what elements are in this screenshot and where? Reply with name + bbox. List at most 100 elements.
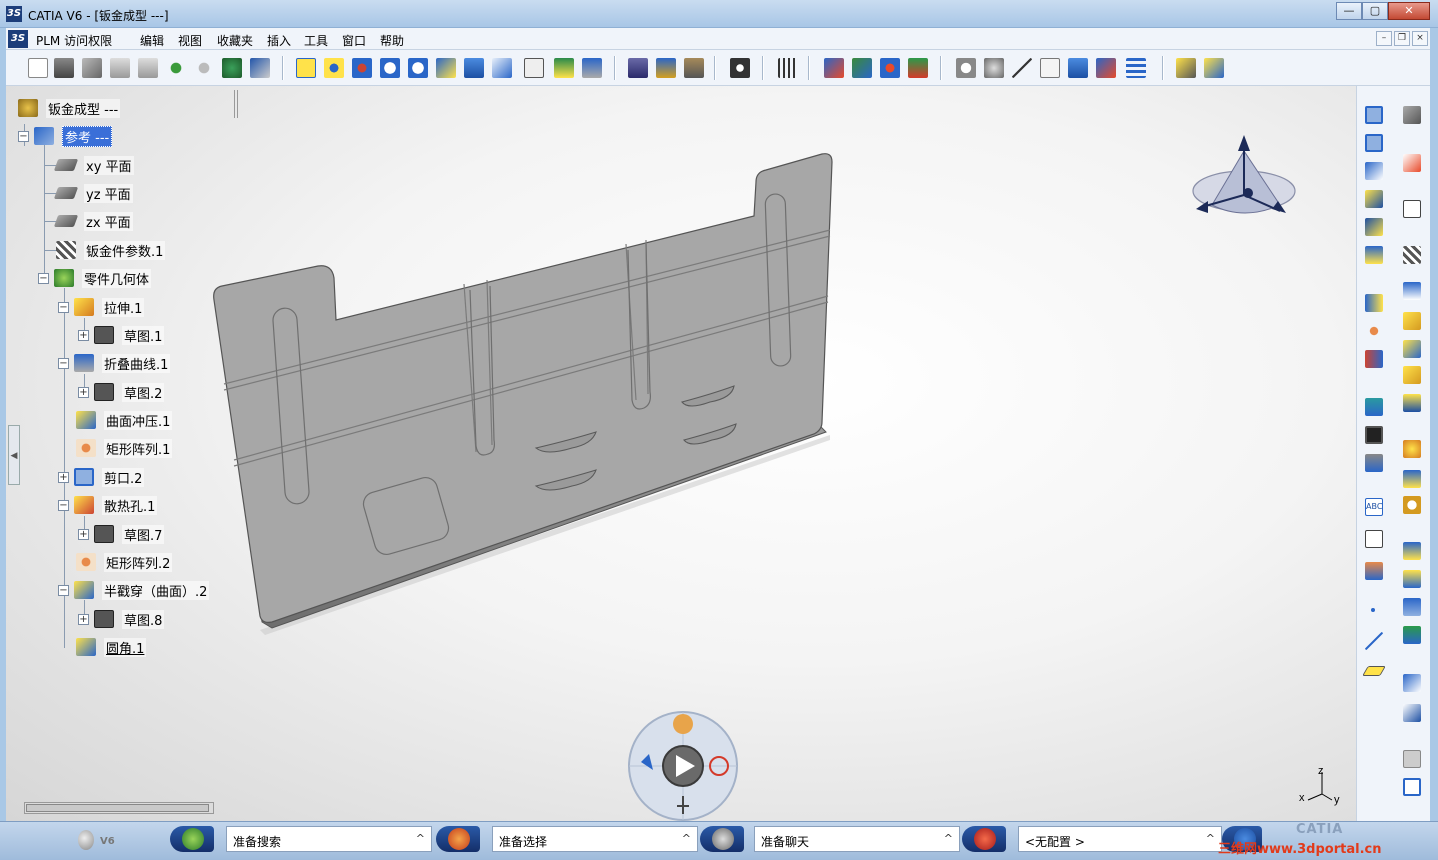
config-field[interactable]: <无配置 > ^ — [1018, 826, 1222, 852]
close-button[interactable]: ✕ — [1388, 2, 1430, 20]
plm-query-icon[interactable] — [628, 58, 648, 78]
expand-toggle[interactable]: + — [78, 329, 89, 341]
flange-icon[interactable] — [1403, 282, 1421, 300]
bend-icon[interactable] — [1365, 294, 1383, 312]
tree-item-sketch7[interactable]: + 草图.7 — [78, 523, 165, 545]
caret-icon[interactable]: ^ — [1206, 832, 1215, 845]
constraint-icon[interactable] — [1096, 58, 1116, 78]
plane-icon[interactable] — [1362, 666, 1386, 676]
unfold-icon[interactable] — [1204, 58, 1224, 78]
select-icon[interactable] — [1403, 154, 1421, 172]
swap-visible-icon[interactable] — [582, 58, 602, 78]
new-document-icon[interactable] — [28, 58, 48, 78]
tree-item-sketch2[interactable]: + 草图.2 — [78, 381, 165, 403]
copy-icon[interactable] — [110, 58, 130, 78]
tree-item-bridge[interactable]: − 半戳穿（曲面）.2 — [58, 579, 210, 601]
chat-field[interactable]: 准备聊天 ^ — [754, 826, 960, 852]
lock-icon[interactable] — [684, 58, 704, 78]
caret-icon[interactable]: ^ — [416, 832, 425, 845]
tree-item-fillet[interactable]: 圆角.1 — [76, 636, 147, 658]
sheet-metal-icon[interactable] — [1176, 58, 1196, 78]
normal-view-icon[interactable] — [436, 58, 456, 78]
expand-toggle[interactable]: + — [78, 528, 89, 540]
flatten-icon[interactable] — [1365, 454, 1383, 472]
collapse-toggle[interactable]: − — [38, 272, 49, 284]
print-icon[interactable] — [54, 58, 74, 78]
minimize-button[interactable]: — — [1336, 2, 1362, 20]
tree-item-sketch8[interactable]: + 草图.8 — [78, 608, 165, 630]
menu-favorites[interactable]: 收藏夹 — [217, 32, 253, 49]
tree-item-cutout[interactable]: + 剪口.2 — [58, 466, 145, 488]
menu-insert[interactable]: 插入 — [267, 32, 291, 49]
collapse-toggle[interactable]: − — [58, 357, 69, 369]
cut-icon[interactable] — [82, 58, 102, 78]
recognize-icon[interactable] — [1403, 246, 1421, 264]
dimension-icon[interactable] — [1365, 562, 1383, 580]
tree-item-sketch1[interactable]: + 草图.1 — [78, 324, 165, 346]
tree-item-louver[interactable]: − 散热孔.1 — [58, 494, 158, 516]
select-field[interactable]: 准备选择 ^ — [492, 826, 698, 852]
axis-system-icon[interactable] — [1012, 58, 1032, 78]
extrusion-icon[interactable] — [1365, 190, 1383, 208]
tree-item-yz-plane[interactable]: yz 平面 — [53, 182, 133, 204]
doc-restore-button[interactable]: ❐ — [1394, 31, 1410, 46]
hopper-icon[interactable] — [1365, 218, 1383, 236]
doc-close-button[interactable]: × — [1412, 31, 1428, 46]
zoom-out-icon[interactable] — [408, 58, 428, 78]
plm-save-icon[interactable] — [656, 58, 676, 78]
expand-toggle[interactable]: + — [78, 613, 89, 625]
line-icon[interactable] — [1365, 632, 1383, 650]
capture-icon[interactable] — [730, 58, 750, 78]
measure-icon[interactable] — [778, 58, 798, 78]
people-icon[interactable] — [673, 714, 693, 734]
render-icon[interactable] — [852, 58, 872, 78]
caret-icon[interactable]: ^ — [682, 832, 691, 845]
menu-tools[interactable]: 工具 — [304, 32, 328, 49]
tree-item-extrude[interactable]: − 拉伸.1 — [58, 296, 145, 318]
sketch-icon[interactable] — [1403, 200, 1421, 218]
whats-this-icon[interactable] — [250, 58, 270, 78]
sheet-metal-part[interactable] — [200, 140, 860, 640]
collapse-toggle[interactable]: − — [58, 499, 69, 511]
document-icon[interactable] — [1403, 778, 1421, 796]
wall-icon[interactable] — [1365, 106, 1383, 124]
robot-navigator[interactable] — [625, 710, 741, 822]
update-icon[interactable] — [222, 58, 242, 78]
tree-item-sheet-params[interactable]: 钣金件参数.1 — [56, 239, 166, 261]
product-icon[interactable] — [1403, 674, 1421, 692]
tree-item-xy-plane[interactable]: xy 平面 — [53, 154, 134, 176]
expand-toggle[interactable]: + — [78, 386, 89, 398]
tree-splitter[interactable] — [234, 90, 238, 118]
mirror-icon[interactable] — [1365, 350, 1383, 368]
tree-item-fold[interactable]: − 折叠曲线.1 — [58, 352, 171, 374]
search-field[interactable]: 准备搜索 ^ — [226, 826, 432, 852]
scrollbar-thumb[interactable] — [26, 804, 209, 812]
compass-logo-icon[interactable]: 3S — [8, 30, 28, 48]
collapse-toggle[interactable]: − — [58, 584, 69, 596]
hole-icon[interactable] — [1403, 570, 1421, 588]
redo-icon[interactable] — [194, 58, 214, 78]
fit-all-icon[interactable] — [296, 58, 316, 78]
collapse-toggle[interactable]: − — [18, 130, 29, 142]
tree-item-pattern1[interactable]: 矩形阵列.1 — [76, 437, 173, 459]
paste-icon[interactable] — [138, 58, 158, 78]
compass-navigator[interactable] — [1188, 125, 1300, 221]
point-icon[interactable] — [1371, 608, 1375, 612]
rotate-icon[interactable] — [352, 58, 372, 78]
hem-icon[interactable] — [1403, 312, 1421, 330]
cut-out-icon[interactable] — [1403, 542, 1421, 560]
multi-view-icon[interactable] — [464, 58, 484, 78]
corner-relief-icon[interactable] — [1403, 440, 1421, 458]
tree-scrollbar[interactable] — [24, 802, 214, 814]
doc-minimize-button[interactable]: – — [1376, 31, 1392, 46]
scene-icon[interactable] — [880, 58, 900, 78]
hide-show-icon[interactable] — [554, 58, 574, 78]
wall-on-edge-icon[interactable] — [1365, 134, 1383, 152]
menu-plm-access[interactable]: PLM 访问权限 — [36, 32, 112, 49]
tree-item-zx-plane[interactable]: zx 平面 — [53, 210, 133, 232]
text-annotation-icon[interactable]: ABC — [1365, 498, 1383, 516]
apply-material-icon[interactable] — [824, 58, 844, 78]
search-icon[interactable] — [170, 826, 214, 852]
assembly-icon[interactable] — [1403, 704, 1421, 722]
binary-icon[interactable] — [1040, 58, 1060, 78]
